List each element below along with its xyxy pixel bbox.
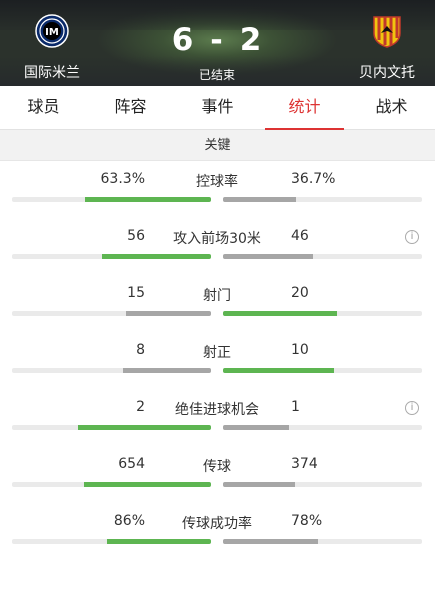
home-stat-bar xyxy=(12,368,211,373)
stat-home-value: 2 xyxy=(136,399,145,415)
stat-away-value: 46 xyxy=(291,228,309,244)
stat-label: 传球成功率 xyxy=(182,516,252,532)
stat-label: 射正 xyxy=(203,345,231,361)
home-stat-bar xyxy=(12,425,211,430)
scoreboard: 6 - 2 已结束 xyxy=(117,22,317,83)
stat-label: 传球 xyxy=(203,459,231,475)
home-stat-bar xyxy=(12,482,211,487)
stat-row: 2 绝佳进球机会 1 i xyxy=(0,389,435,446)
home-stat-bar-fill xyxy=(125,311,211,316)
away-stat-bar-fill xyxy=(223,311,337,316)
match-status: 已结束 xyxy=(198,68,235,82)
away-stat-bar-fill xyxy=(223,539,318,544)
stat-row: 63.3% 控球率 36.7% xyxy=(0,161,435,218)
away-stat-bar xyxy=(223,254,422,259)
stat-home-value: 63.3% xyxy=(100,171,145,187)
tab-bar: 球员 阵容 事件 统计 战术 xyxy=(0,86,435,130)
stat-label: 攻入前场30米 xyxy=(173,231,261,247)
tab-events[interactable]: 事件 xyxy=(174,86,261,129)
stat-away-value: 1 xyxy=(291,399,300,415)
match-header: IM 国际米兰 6 - 2 已结束 贝内文托 xyxy=(0,0,435,86)
away-stat-bar xyxy=(223,368,422,373)
stat-home-value: 15 xyxy=(127,285,145,301)
stat-row: 56 攻入前场30米 46 i xyxy=(0,218,435,275)
benevento-crest-icon xyxy=(373,16,401,48)
home-stat-bar-fill xyxy=(78,425,211,430)
stat-label: 绝佳进球机会 xyxy=(175,402,259,418)
home-stat-bar-fill xyxy=(84,482,211,487)
away-team[interactable]: 贝内文托 xyxy=(337,14,435,82)
away-team-name: 贝内文托 xyxy=(359,65,415,81)
stat-away-value: 10 xyxy=(291,342,309,358)
away-stat-bar xyxy=(223,311,422,316)
home-stat-bar-fill xyxy=(85,197,211,202)
section-header-key: 关键 xyxy=(0,130,435,161)
stat-away-value: 36.7% xyxy=(291,171,336,187)
home-stat-bar-fill xyxy=(106,539,211,544)
home-stat-bar xyxy=(12,311,211,316)
away-stat-bar-fill xyxy=(223,197,297,202)
stat-away-value: 20 xyxy=(291,285,309,301)
away-stat-bar-fill xyxy=(223,254,313,259)
home-score: 6 xyxy=(171,22,195,58)
stat-home-value: 654 xyxy=(118,456,145,472)
away-stat-bar xyxy=(223,539,422,544)
stat-row: 8 射正 10 xyxy=(0,332,435,389)
home-team-name: 国际米兰 xyxy=(24,65,80,81)
info-circle-icon[interactable]: i xyxy=(405,401,419,415)
stat-row: 15 射门 20 xyxy=(0,275,435,332)
tab-lineup[interactable]: 阵容 xyxy=(87,86,174,129)
away-stat-bar xyxy=(223,197,422,202)
away-stat-bar-fill xyxy=(223,368,334,373)
stat-away-value: 374 xyxy=(291,456,318,472)
tab-statistics[interactable]: 统计 xyxy=(261,86,348,130)
stat-home-value: 56 xyxy=(127,228,145,244)
home-stat-bar-fill xyxy=(101,254,211,259)
away-stat-bar xyxy=(223,425,422,430)
stat-away-value: 78% xyxy=(291,513,323,529)
svg-text:IM: IM xyxy=(45,27,59,38)
tab-tactics[interactable]: 战术 xyxy=(348,86,435,129)
stat-home-value: 8 xyxy=(136,342,145,358)
stat-label: 射门 xyxy=(203,288,231,304)
info-circle-icon[interactable]: i xyxy=(405,230,419,244)
home-team[interactable]: IM 国际米兰 xyxy=(2,14,102,82)
home-stat-bar-fill xyxy=(122,368,211,373)
away-stat-bar-fill xyxy=(223,482,296,487)
score-separator: - xyxy=(210,22,224,58)
stats-list: 63.3% 控球率 36.7% 56 攻入前场30米 46 i 15 射门 20 8 射正 10 2 绝佳进… xyxy=(0,161,435,560)
away-stat-bar-fill xyxy=(223,425,290,430)
stat-label: 控球率 xyxy=(196,174,238,190)
tab-players[interactable]: 球员 xyxy=(0,86,87,129)
stat-row: 86% 传球成功率 78% xyxy=(0,503,435,560)
stat-row: 654 传球 374 xyxy=(0,446,435,503)
home-stat-bar xyxy=(12,254,211,259)
inter-milan-crest-icon: IM xyxy=(35,14,69,48)
home-stat-bar xyxy=(12,539,211,544)
stat-home-value: 86% xyxy=(113,513,145,529)
away-stat-bar xyxy=(223,482,422,487)
home-stat-bar xyxy=(12,197,211,202)
away-score: 2 xyxy=(239,22,263,58)
